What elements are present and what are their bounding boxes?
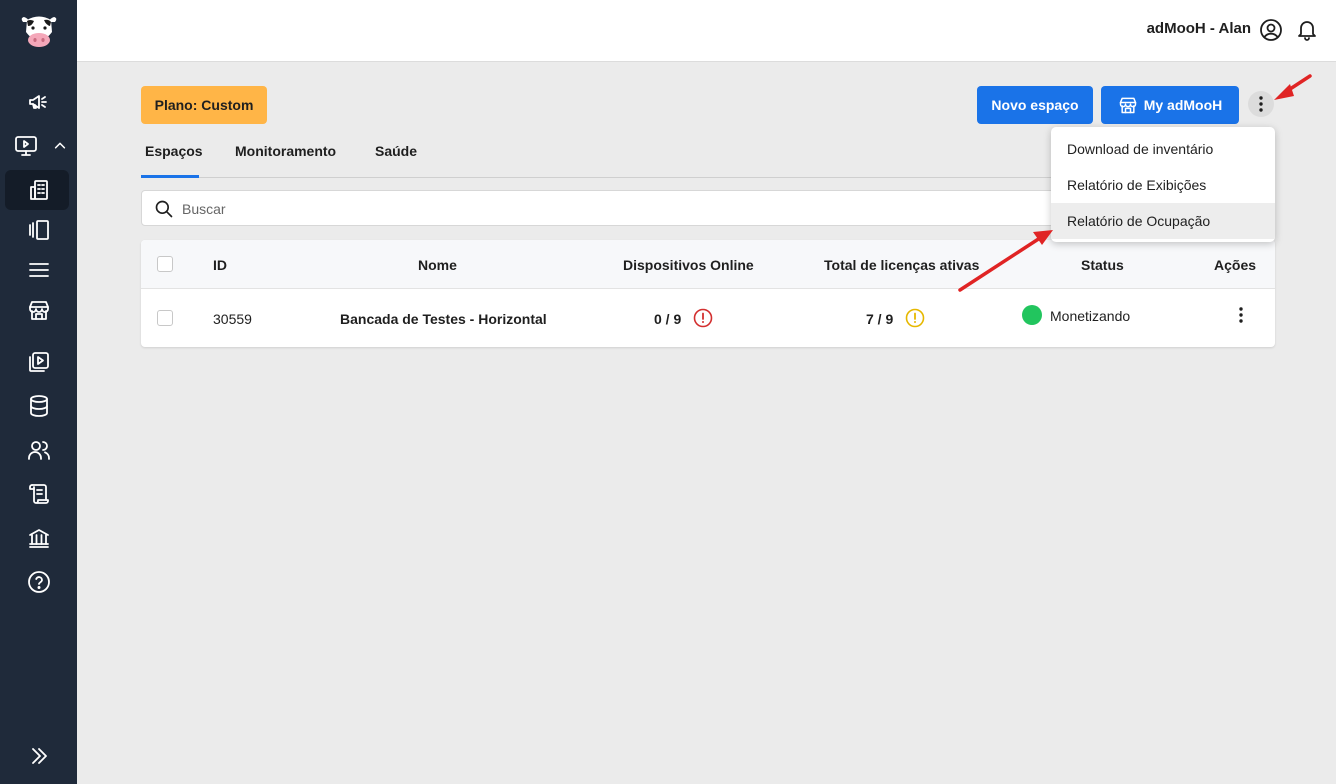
sidebar-expand-button[interactable]	[0, 736, 77, 776]
double-chevron-right-icon	[31, 748, 47, 764]
logo[interactable]	[0, 0, 77, 62]
store-icon	[1119, 97, 1136, 114]
monitor-play-icon	[14, 136, 37, 156]
store-icon	[28, 301, 49, 320]
sidebar-item-finance[interactable]	[0, 518, 77, 558]
select-all-checkbox[interactable]	[157, 256, 173, 272]
sidebar-item-list[interactable]	[0, 250, 77, 290]
search-input[interactable]	[182, 199, 1082, 219]
sidebar-item-users[interactable]	[0, 430, 77, 470]
row-devices-online: 0 / 9	[654, 311, 682, 327]
building-icon	[29, 180, 48, 200]
menu-icon	[28, 263, 49, 277]
menu-item-relatorio-exibicoes[interactable]: Relatório de Exibições	[1051, 167, 1275, 203]
cow-logo-icon	[21, 16, 56, 47]
user-name[interactable]: adMooH - Alan	[1147, 20, 1251, 37]
bell-icon	[1298, 21, 1316, 41]
column-header-licencas[interactable]: Total de licenças ativas	[824, 257, 979, 273]
help-icon	[27, 571, 50, 593]
column-header-acoes: Ações	[1214, 257, 1257, 273]
sidebar-item-spaces[interactable]	[0, 170, 77, 210]
column-header-nome[interactable]: Nome	[418, 257, 457, 273]
row-name[interactable]: Bancada de Testes - Horizontal	[340, 311, 547, 327]
scroll-icon	[28, 484, 49, 504]
menu-item-download-inventario[interactable]: Download de inventário	[1051, 131, 1275, 167]
panels-icon	[28, 220, 49, 240]
kebab-menu-icon	[1259, 96, 1263, 112]
sidebar-item-contracts[interactable]	[0, 474, 77, 514]
user-circle-icon	[1260, 19, 1282, 41]
media-play-icon	[28, 352, 49, 372]
notifications-button[interactable]	[1295, 18, 1319, 42]
column-header-id[interactable]: ID	[213, 257, 227, 273]
tab-espacos[interactable]: Espaços	[145, 143, 203, 159]
active-tab-indicator	[141, 175, 199, 178]
more-options-menu: Download de inventário Relatório de Exib…	[1051, 127, 1275, 242]
row-actions-kebab-icon[interactable]	[1239, 307, 1243, 323]
new-space-button[interactable]: Novo espaço	[977, 86, 1093, 124]
row-active-licenses: 7 / 9	[866, 311, 894, 327]
tab-monitoramento[interactable]: Monitoramento	[235, 143, 336, 159]
sidebar-item-campaigns[interactable]	[0, 82, 77, 122]
user-profile-button[interactable]	[1259, 18, 1283, 42]
more-options-button[interactable]	[1248, 91, 1274, 117]
row-id: 30559	[213, 311, 252, 327]
menu-item-relatorio-ocupacao[interactable]: Relatório de Ocupação	[1051, 203, 1275, 239]
sidebar-item-store[interactable]	[0, 290, 77, 330]
search-icon	[155, 200, 173, 218]
megaphone-icon	[28, 95, 47, 109]
sidebar-item-media[interactable]	[0, 342, 77, 382]
table-header: ID Nome Dispositivos Online Total de lic…	[141, 240, 1275, 289]
sidebar-item-database[interactable]	[0, 386, 77, 426]
bank-icon	[28, 529, 49, 548]
database-icon	[29, 395, 48, 417]
top-header: adMooH - Alan	[77, 0, 1336, 62]
column-header-dispositivos[interactable]: Dispositivos Online	[623, 257, 754, 273]
users-icon	[27, 441, 50, 460]
tab-saude[interactable]: Saúde	[375, 143, 417, 159]
sidebar	[0, 0, 77, 784]
alert-circle-yellow-icon	[905, 308, 925, 328]
sidebar-item-panels[interactable]	[0, 210, 77, 250]
chevron-up-icon[interactable]	[52, 136, 68, 156]
plan-badge[interactable]: Plano: Custom	[141, 86, 267, 124]
alert-circle-red-icon	[693, 308, 713, 328]
row-status: Monetizando	[1050, 308, 1131, 324]
spaces-table: ID Nome Dispositivos Online Total de lic…	[141, 240, 1275, 347]
annotation-arrow-menu	[1274, 74, 1312, 100]
column-header-status[interactable]: Status	[1081, 257, 1124, 273]
my-admooh-label: My adMooH	[1143, 97, 1223, 113]
row-checkbox[interactable]	[157, 310, 173, 326]
status-dot	[1022, 305, 1042, 325]
my-admooh-button[interactable]: My adMooH	[1101, 86, 1239, 124]
sidebar-item-help[interactable]	[0, 562, 77, 602]
